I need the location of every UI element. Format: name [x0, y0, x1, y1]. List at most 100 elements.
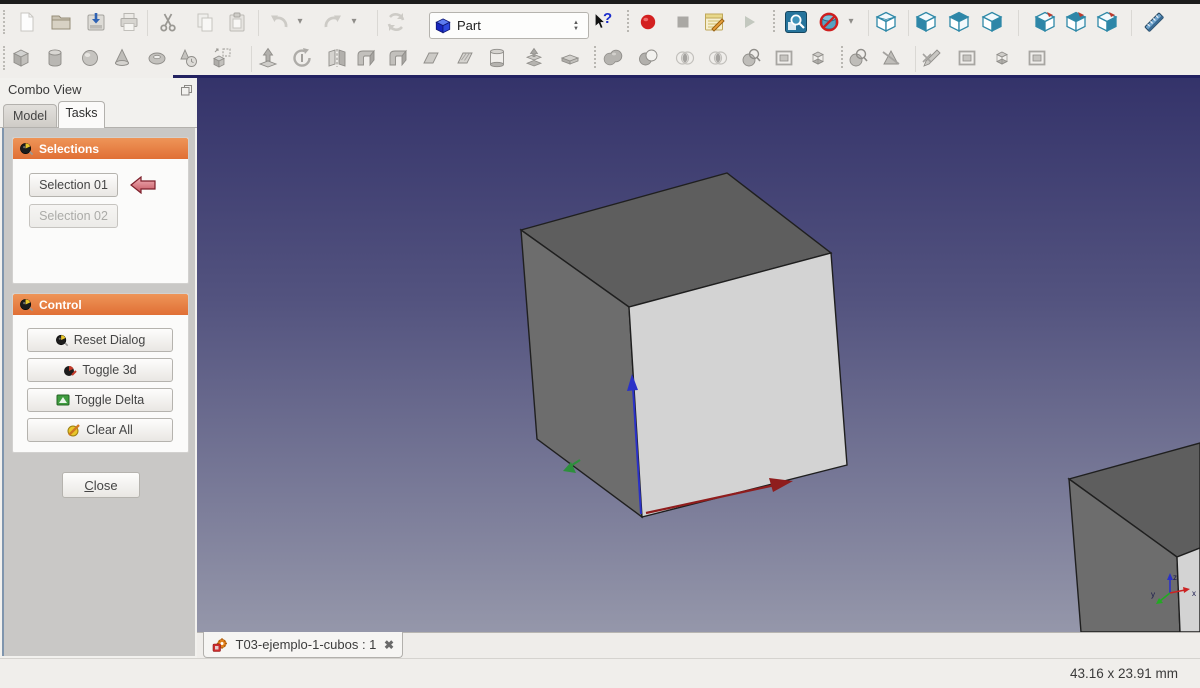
sphere-primitive-icon[interactable]	[78, 46, 102, 70]
measurement-icon	[19, 141, 34, 156]
draw-style-icon[interactable]	[817, 10, 841, 34]
measure-refresh-icon[interactable]	[990, 46, 1014, 70]
measure-linear-icon[interactable]	[920, 46, 944, 70]
defeaturing-icon[interactable]	[879, 46, 903, 70]
measure-angular-icon[interactable]	[955, 46, 979, 70]
document-tab-label: T03-ejemplo-1-cubos : 1	[235, 637, 377, 652]
shape-builder-icon[interactable]	[210, 46, 234, 70]
box-primitive-icon[interactable]	[9, 46, 33, 70]
3d-viewport[interactable]: z x y	[197, 78, 1200, 632]
selections-group-title: Selections	[39, 142, 99, 156]
selection-01-button[interactable]: Selection 01	[29, 173, 118, 197]
view-top-icon[interactable]	[947, 10, 971, 34]
toolbar-separator	[258, 10, 259, 36]
part-workbench-icon	[434, 17, 452, 35]
freecad-document-icon	[212, 637, 228, 653]
workbench-selector[interactable]: Part ▲ ▼	[429, 12, 589, 39]
toggle-delta-button[interactable]: Toggle Delta	[27, 388, 173, 412]
view-rear-icon[interactable]	[1033, 10, 1057, 34]
section-icon[interactable]	[706, 46, 730, 70]
status-bar: 43.16 x 23.91 mm	[0, 658, 1200, 688]
chamfer-icon[interactable]	[386, 46, 410, 70]
view-front-icon[interactable]	[914, 10, 938, 34]
paste-icon[interactable]	[225, 10, 249, 34]
document-tab-bar: T03-ejemplo-1-cubos : 1 ✖	[197, 632, 1200, 658]
cone-primitive-icon[interactable]	[110, 46, 134, 70]
revolve-icon[interactable]	[290, 46, 314, 70]
boolean-union-icon[interactable]	[601, 46, 625, 70]
measure-clear-all-icon[interactable]	[1025, 46, 1049, 70]
tab-tasks[interactable]: Tasks	[58, 101, 105, 128]
undo-icon[interactable]	[267, 10, 291, 34]
view-fit-all-icon[interactable]	[784, 10, 808, 34]
tab-model[interactable]: Model	[3, 104, 57, 127]
sweep-icon[interactable]	[522, 46, 546, 70]
refresh-icon[interactable]	[384, 10, 408, 34]
offset-icon[interactable]	[558, 46, 582, 70]
close-button[interactable]: Close	[62, 472, 140, 498]
workbench-selector-value: Part	[457, 18, 568, 33]
compound-icon[interactable]	[772, 46, 796, 70]
toolbar-drag-handle[interactable]	[3, 46, 5, 70]
view-axonometric-icon[interactable]	[874, 10, 898, 34]
clear-all-button[interactable]: Clear All	[27, 418, 173, 442]
toolbar-separator	[1131, 10, 1132, 36]
mirror-icon[interactable]	[325, 46, 349, 70]
save-icon[interactable]	[84, 10, 108, 34]
document-tab[interactable]: T03-ejemplo-1-cubos : 1 ✖	[203, 632, 403, 658]
toolbar-separator	[908, 10, 909, 36]
macro-record-icon[interactable]	[636, 10, 660, 34]
new-file-icon[interactable]	[15, 10, 39, 34]
control-group-box: Control Reset Dialog Toggle 3d Toggle De…	[12, 293, 189, 453]
redo-icon[interactable]	[321, 10, 345, 34]
extrude-icon[interactable]	[256, 46, 280, 70]
float-panel-icon[interactable]	[180, 84, 193, 97]
toolbar-drag-handle[interactable]	[3, 10, 5, 34]
ruled-surface-icon[interactable]	[453, 46, 477, 70]
boolean-intersection-icon[interactable]	[673, 46, 697, 70]
redo-dropdown-caret-icon[interactable]: ▾	[348, 10, 360, 34]
measure-distance-icon[interactable]	[1142, 10, 1166, 34]
axis-label-x: x	[1192, 589, 1196, 598]
copy-icon[interactable]	[193, 10, 217, 34]
view-right-icon[interactable]	[980, 10, 1004, 34]
combo-view-title: Combo View	[8, 82, 81, 97]
spinner-down-icon: ▼	[573, 26, 579, 32]
cut-icon[interactable]	[156, 10, 180, 34]
draw-style-dropdown-caret-icon[interactable]: ▾	[845, 10, 857, 34]
whats-this-icon[interactable]: ?	[592, 10, 618, 34]
open-file-icon[interactable]	[49, 10, 73, 34]
document-tab-close-icon[interactable]: ✖	[384, 638, 394, 652]
axis-label-z: z	[1173, 573, 1177, 582]
boolean-cut-icon[interactable]	[636, 46, 660, 70]
undo-dropdown-caret-icon[interactable]: ▾	[294, 10, 306, 34]
3d-scene[interactable]: z x y	[197, 78, 1200, 632]
toolbar-separator	[377, 10, 378, 36]
toggle-3d-button[interactable]: Toggle 3d	[27, 358, 173, 382]
create-primitives-icon[interactable]	[176, 46, 200, 70]
clear-all-icon	[67, 423, 81, 437]
cylinder-primitive-icon[interactable]	[43, 46, 67, 70]
macro-edit-icon[interactable]	[702, 10, 726, 34]
workbench-selector-spinner[interactable]: ▲ ▼	[568, 13, 584, 38]
combo-view-panel: Combo View Model Tasks Selections Select…	[0, 78, 197, 658]
selection-pointer-arrow-icon	[130, 176, 156, 194]
macro-play-icon[interactable]	[737, 10, 761, 34]
measurement-icon	[19, 297, 34, 312]
macro-stop-icon[interactable]	[671, 10, 695, 34]
make-face-icon[interactable]	[419, 46, 443, 70]
check-geometry-icon[interactable]	[846, 46, 870, 70]
fillet-icon[interactable]	[354, 46, 378, 70]
reset-dialog-button[interactable]: Reset Dialog	[27, 328, 173, 352]
loft-icon[interactable]	[485, 46, 509, 70]
cross-sections-icon[interactable]	[739, 46, 763, 70]
toolbar-separator-dots	[773, 10, 775, 32]
torus-primitive-icon[interactable]	[145, 46, 169, 70]
print-icon[interactable]	[117, 10, 141, 34]
selections-group-header: Selections	[13, 138, 188, 159]
explode-compound-icon[interactable]	[806, 46, 830, 70]
selection-02-button[interactable]: Selection 02	[29, 204, 118, 228]
view-left-icon[interactable]	[1095, 10, 1119, 34]
view-bottom-icon[interactable]	[1064, 10, 1088, 34]
toolbar-separator	[915, 46, 916, 72]
